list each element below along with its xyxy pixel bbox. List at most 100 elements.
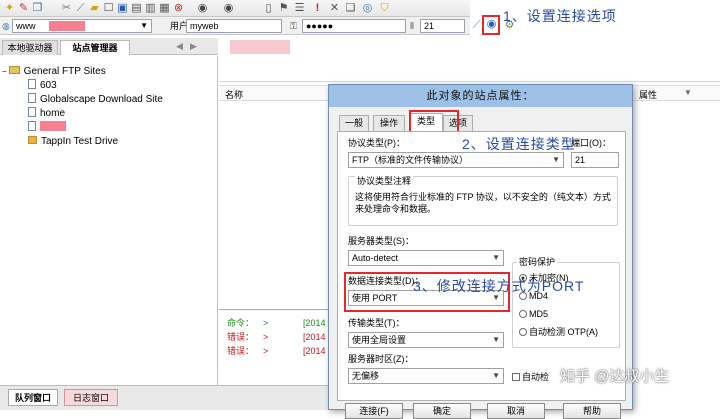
- pin-icon[interactable]: ✎: [17, 2, 30, 15]
- user-input[interactable]: myweb: [186, 19, 282, 33]
- port-input[interactable]: 21: [420, 19, 465, 33]
- collapse-icon[interactable]: −: [2, 67, 7, 76]
- port-icon: ⦀: [410, 21, 414, 31]
- tab-site-manager[interactable]: 站点管理器: [60, 40, 130, 55]
- log-arrow: >: [263, 318, 269, 328]
- tree-item[interactable]: TappIn Test Drive: [28, 135, 118, 148]
- ok-button[interactable]: 确定: [413, 403, 471, 419]
- forward-icon[interactable]: ◉: [222, 2, 235, 15]
- new-connection-icon[interactable]: ✦: [3, 2, 16, 15]
- transfer-type-select[interactable]: 使用全局设置 ▼: [348, 332, 504, 348]
- delete-icon[interactable]: ⊗: [172, 2, 185, 15]
- port-field[interactable]: 21: [571, 152, 619, 168]
- port-label: 端口(O)：: [571, 138, 611, 148]
- log-tag: 错误：: [227, 346, 255, 356]
- chevron-down-icon: ▼: [492, 253, 500, 262]
- scroll-left-icon[interactable]: ◀: [176, 41, 183, 52]
- radio-icon[interactable]: [519, 328, 527, 336]
- watermark: 知乎 @达叔小生: [560, 368, 670, 385]
- password-protection-label: 密码保护: [517, 257, 558, 268]
- folder-icon[interactable]: ▰: [88, 2, 101, 15]
- server-type-select[interactable]: Auto-detect ▼: [348, 250, 504, 266]
- protocol-label: 协议类型(P)：: [348, 138, 405, 148]
- annotation-step3: 3、修改连接方式为PORT: [413, 278, 585, 294]
- cancel-icon[interactable]: ✕: [328, 2, 341, 15]
- password-input[interactable]: ●●●●●: [302, 19, 406, 33]
- main-toolbar: ✦ ✎ ❐ ✂ ⟋ ▰ ☐ ▣ ▤ ▥ ▦ ⊗ ◉ ◉ ▯ ⚑ ☰ ! ✕ ❏ …: [0, 0, 470, 17]
- server-type-value: Auto-detect: [352, 253, 399, 263]
- radio-option[interactable]: 自动检测 OTP(A): [519, 327, 598, 338]
- connect-icon[interactable]: ⟋: [74, 2, 87, 15]
- protocol-notes-group: 协议类型注释 这将使用符合行业标准的 FTP 协议，以不安全的（纯文本）方式来处…: [348, 176, 618, 226]
- tree-item-redacted[interactable]: [28, 121, 66, 134]
- list-icon[interactable]: ☰: [293, 2, 306, 15]
- host-input[interactable]: www ▼: [12, 19, 152, 33]
- tree-item[interactable]: home: [28, 107, 65, 120]
- dropdown-arrow-icon[interactable]: ▼: [684, 88, 692, 97]
- connection-options-icon[interactable]: ◉: [485, 18, 498, 31]
- paste-icon[interactable]: ❏: [344, 2, 357, 15]
- flag-icon[interactable]: ⚑: [277, 2, 290, 15]
- checkbox-icon[interactable]: [512, 373, 520, 381]
- auto-check-option[interactable]: 自动检: [512, 372, 549, 383]
- log-arrow: >: [263, 332, 269, 342]
- tab-log-window[interactable]: 日志窗口: [64, 389, 118, 406]
- transfer-type-label: 传输类型(T)：: [348, 318, 405, 328]
- annotation-step2: 2、设置连接类型: [462, 136, 576, 152]
- tab-queue-window[interactable]: 队列窗口: [8, 389, 58, 406]
- timezone-select[interactable]: 无偏移 ▼: [348, 368, 504, 384]
- refresh-icon[interactable]: ◎: [361, 2, 374, 15]
- protocol-select[interactable]: FTP（标准的文件传输协议） ▼: [348, 152, 564, 168]
- redacted-tab: [230, 40, 290, 54]
- connect-button[interactable]: 连接(F): [345, 403, 403, 419]
- help-button[interactable]: 帮助: [563, 403, 621, 419]
- redacted-name: [40, 121, 66, 131]
- tab-actions[interactable]: 操作: [373, 115, 405, 131]
- log-panel: 命令： > [2014 错误： > [2014 错误： > [2014: [219, 309, 334, 382]
- site-icon: [28, 93, 36, 103]
- copy-icon[interactable]: ❐: [31, 2, 44, 15]
- radio-label: 自动检测 OTP(A): [529, 327, 598, 337]
- dialog-title: 此对象的站点属性：: [329, 85, 632, 107]
- cancel-button[interactable]: 取消: [487, 403, 545, 419]
- radio-label: MD5: [529, 309, 549, 319]
- key-icon: ⚿: [290, 21, 297, 31]
- server-type-label: 服务器类型(S)：: [348, 236, 414, 246]
- tree-item-label: Globalscape Download Site: [40, 94, 163, 105]
- chevron-down-icon: ▼: [492, 335, 500, 344]
- tab-general[interactable]: 一般: [339, 115, 369, 131]
- shield-icon[interactable]: ⛉: [378, 2, 391, 15]
- document-icon[interactable]: ▯: [262, 2, 275, 15]
- save-icon[interactable]: ▣: [116, 2, 129, 15]
- tree-item-label: 603: [40, 80, 57, 91]
- radio-icon[interactable]: [519, 310, 527, 318]
- left-tab-bar: 本地驱动器 站点管理器 ◀ ▶: [0, 38, 218, 55]
- type-tab-panel: 协议类型(P)： FTP（标准的文件传输协议） ▼ 端口(O)： 21 协议类型…: [337, 131, 626, 401]
- properties-icon[interactable]: ▥: [144, 2, 157, 15]
- chevron-down-icon: ▼: [492, 371, 500, 380]
- print-icon[interactable]: ▤: [130, 2, 143, 15]
- settings-icon[interactable]: ▦: [158, 2, 171, 15]
- log-time: [2014: [303, 332, 326, 342]
- edit-icon[interactable]: ✂: [60, 2, 73, 15]
- radio-option[interactable]: MD5: [519, 309, 548, 320]
- chevron-down-icon: ▼: [552, 155, 560, 164]
- site-tree: − General FTP Sites 603 Globalscape Downl…: [0, 56, 218, 396]
- tree-root[interactable]: − General FTP Sites: [2, 65, 106, 78]
- scroll-right-icon[interactable]: ▶: [190, 41, 197, 52]
- tab-local-drives[interactable]: 本地驱动器: [2, 40, 58, 55]
- site-icon: [28, 107, 36, 117]
- open-icon[interactable]: ☐: [102, 2, 115, 15]
- transfer-type-value: 使用全局设置: [352, 335, 407, 345]
- site-icon: [28, 79, 36, 89]
- drive-icon: [28, 136, 37, 144]
- password-protection-group: 密码保护 未加密(N) MD4 MD5 自动检测 OTP(A): [512, 257, 620, 348]
- chevron-down-icon[interactable]: ▼: [140, 20, 148, 32]
- back-icon[interactable]: ◉: [196, 2, 209, 15]
- attributes-column-header[interactable]: 属性: [639, 88, 657, 101]
- tree-item[interactable]: 603: [28, 79, 57, 92]
- alert-icon[interactable]: !: [311, 2, 324, 15]
- notes-label: 协议类型注释: [355, 176, 414, 187]
- tree-item[interactable]: Globalscape Download Site: [28, 93, 163, 106]
- name-column-header[interactable]: 名称: [225, 88, 243, 101]
